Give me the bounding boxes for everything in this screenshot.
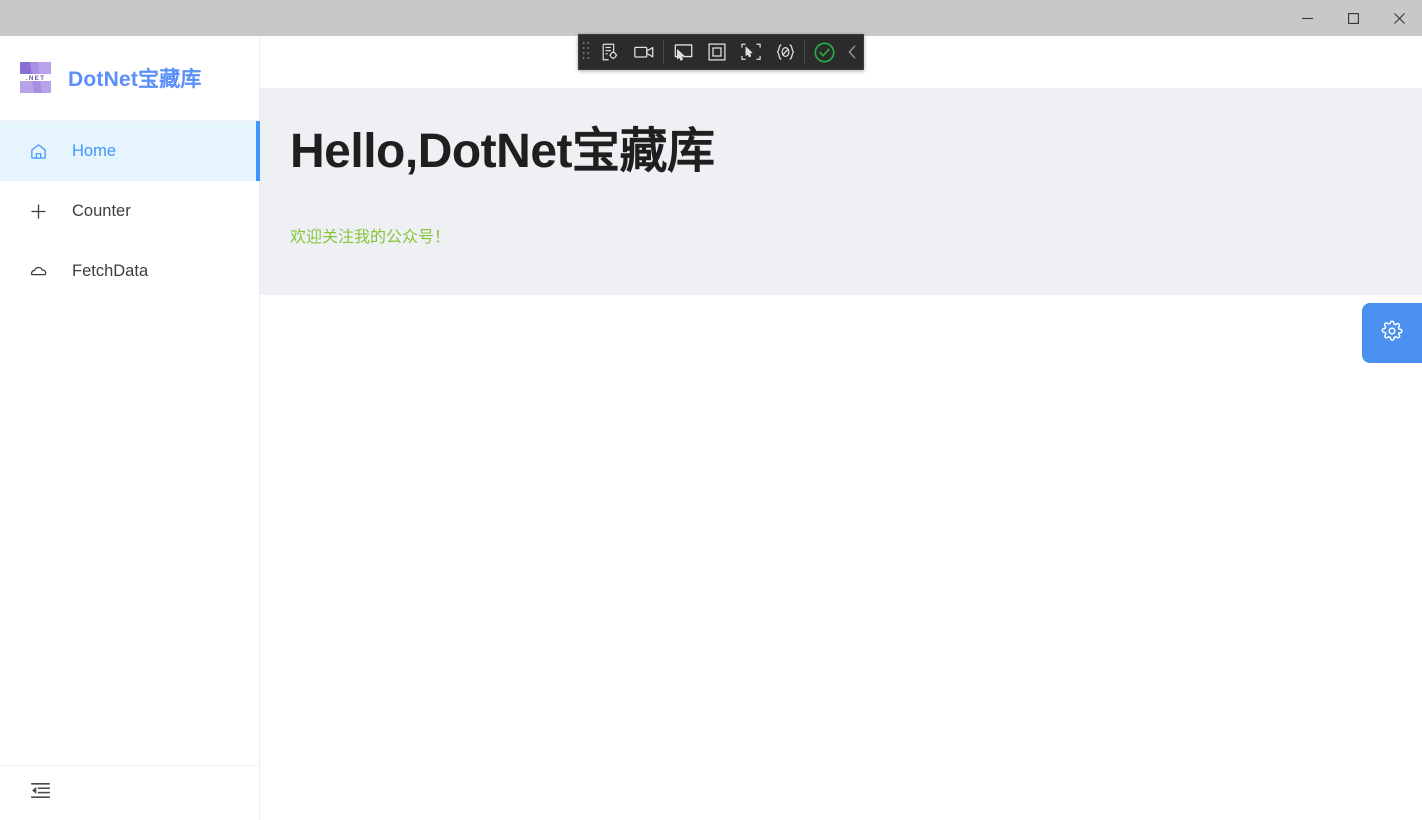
plus-icon bbox=[28, 201, 48, 221]
window-close-button[interactable] bbox=[1376, 0, 1422, 36]
gear-icon bbox=[1381, 320, 1403, 347]
maximize-icon bbox=[1347, 12, 1359, 24]
toolbar-group-record bbox=[593, 35, 661, 69]
dotnet-logo-icon: .NET bbox=[18, 60, 54, 96]
check-circle-icon bbox=[813, 41, 835, 63]
home-icon bbox=[28, 141, 48, 161]
record-target-icon bbox=[602, 43, 618, 61]
sidebar-item-home[interactable]: Home bbox=[0, 121, 260, 181]
code-brackets-icon bbox=[776, 44, 794, 60]
brand-header[interactable]: .NET DotNet宝藏库 bbox=[0, 36, 259, 121]
toolbar-group-select bbox=[666, 35, 802, 69]
collapse-sidebar-button[interactable] bbox=[28, 781, 52, 805]
record-button[interactable] bbox=[627, 35, 661, 69]
window-maximize-button[interactable] bbox=[1330, 0, 1376, 36]
window-minimize-button[interactable] bbox=[1284, 0, 1330, 36]
sidebar-nav: Home Counter FetchData bbox=[0, 121, 260, 301]
square-outline-icon bbox=[708, 43, 726, 61]
menu-fold-icon bbox=[30, 780, 51, 806]
close-icon bbox=[1393, 12, 1405, 24]
toolbar-drag-handle[interactable] bbox=[579, 35, 593, 69]
confirm-button[interactable] bbox=[807, 35, 841, 69]
highlight-box-button[interactable] bbox=[700, 35, 734, 69]
sidebar-item-label: Counter bbox=[72, 201, 131, 220]
sidebar-item-label: FetchData bbox=[72, 261, 149, 280]
hero-section: Hello,DotNet宝藏库 欢迎关注我的公众号！ bbox=[260, 88, 1422, 295]
window-titlebar bbox=[0, 0, 1422, 36]
hero-subtitle: 欢迎关注我的公众号！ bbox=[290, 229, 451, 247]
toolbar-separator bbox=[804, 40, 805, 64]
sidebar-item-fetchdata[interactable]: FetchData bbox=[0, 241, 259, 301]
sidebar-item-counter[interactable]: Counter bbox=[0, 181, 259, 241]
svg-text:.NET: .NET bbox=[26, 75, 46, 82]
toolbar-separator bbox=[663, 40, 664, 64]
app-window: .NET DotNet宝藏库 Home Counter FetchData He… bbox=[0, 0, 1422, 820]
brand-title: DotNet宝藏库 bbox=[68, 68, 202, 91]
cloud-icon bbox=[28, 261, 48, 281]
sidebar: .NET DotNet宝藏库 Home Counter FetchData bbox=[0, 36, 260, 820]
sidebar-footer bbox=[0, 765, 259, 820]
recorder-toolbar bbox=[578, 34, 864, 70]
drag-dots-icon bbox=[582, 42, 590, 59]
pick-region-button[interactable] bbox=[734, 35, 768, 69]
record-settings-button[interactable] bbox=[593, 35, 627, 69]
inspect-code-button[interactable] bbox=[768, 35, 802, 69]
select-element-button[interactable] bbox=[666, 35, 700, 69]
collapse-toolbar-button[interactable] bbox=[841, 35, 863, 69]
sidebar-item-label: Home bbox=[72, 141, 117, 160]
page-title: Hello,DotNet宝藏库 bbox=[290, 125, 715, 178]
settings-fab-button[interactable] bbox=[1362, 303, 1422, 363]
region-select-icon bbox=[741, 43, 761, 60]
minimize-icon bbox=[1301, 17, 1313, 19]
video-camera-icon bbox=[634, 46, 654, 58]
main-content: Hello,DotNet宝藏库 欢迎关注我的公众号！ bbox=[260, 36, 1422, 820]
cursor-select-icon bbox=[674, 44, 692, 61]
chevron-left-icon bbox=[848, 45, 855, 59]
